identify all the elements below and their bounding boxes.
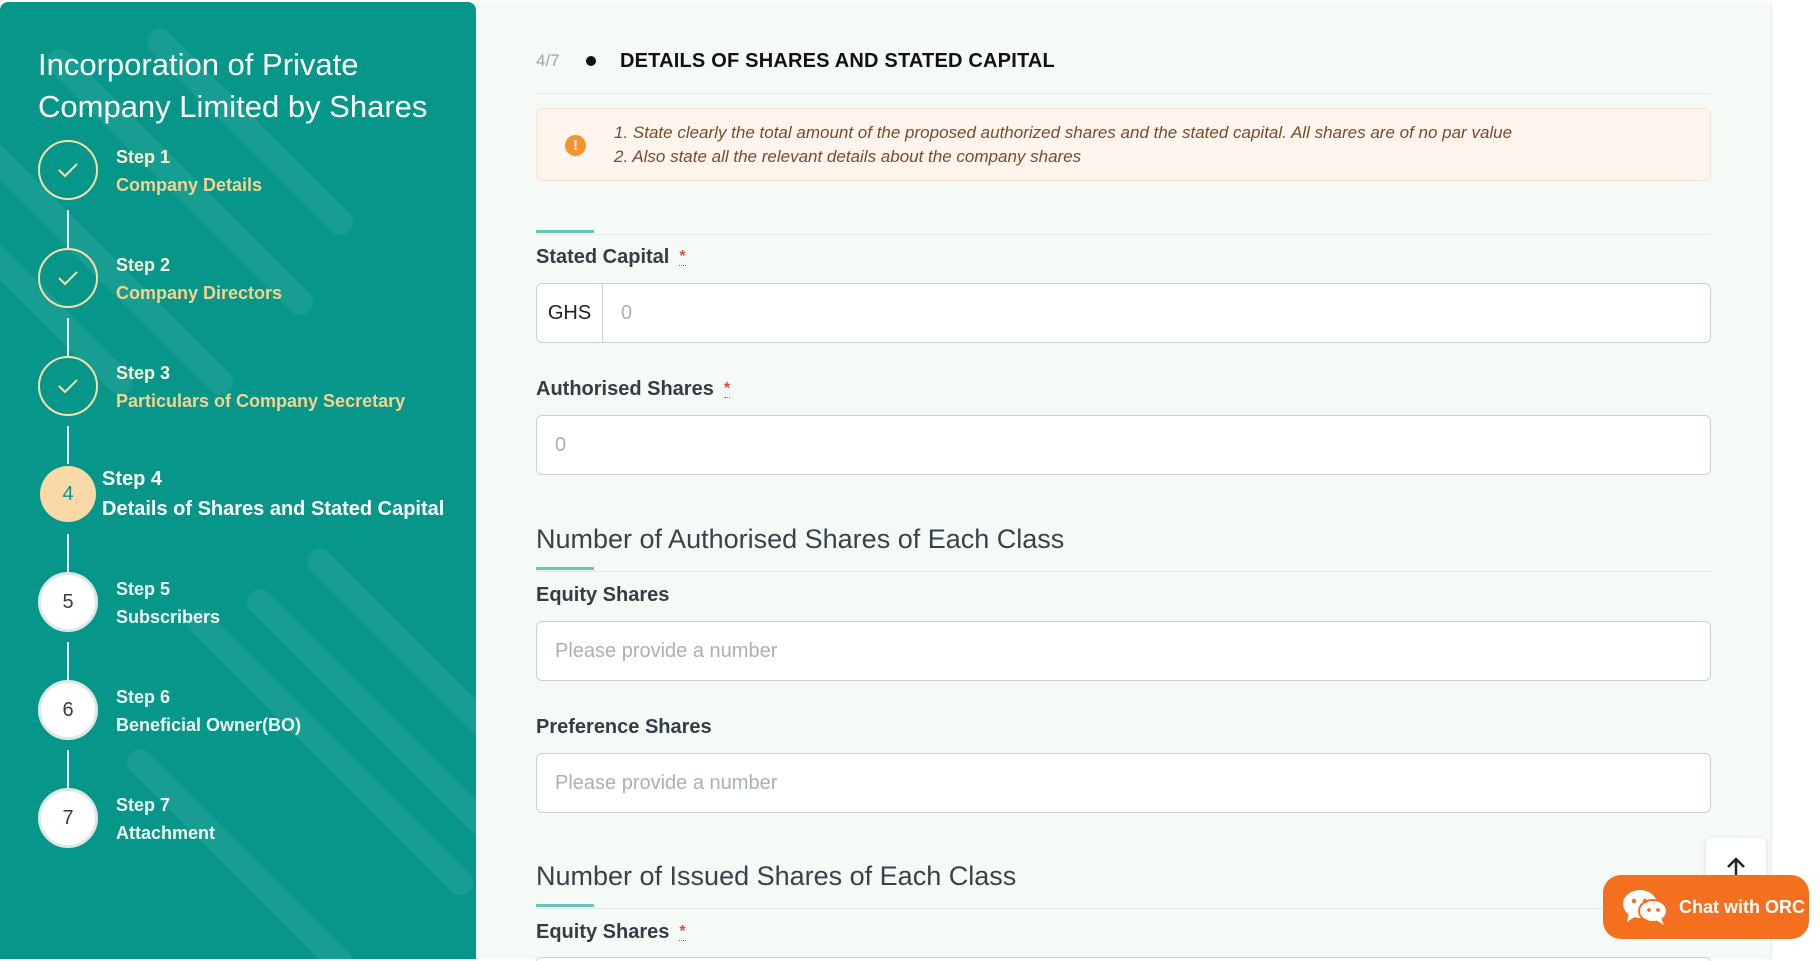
required-mark: * bbox=[679, 248, 686, 266]
chat-button[interactable]: Chat with ORC bbox=[1603, 875, 1809, 939]
authorised-shares-label: Authorised Shares * bbox=[536, 378, 731, 400]
step-connector bbox=[67, 750, 69, 788]
currency-addon: GHS bbox=[537, 284, 603, 342]
step-name: Company Directors bbox=[116, 283, 283, 303]
check-icon bbox=[38, 140, 98, 200]
stated-capital-value[interactable]: 0 bbox=[603, 302, 632, 325]
step-label: Step 5 bbox=[116, 579, 171, 599]
step-progress: 4/7 bbox=[536, 51, 560, 70]
step-name: Attachment bbox=[116, 823, 216, 843]
alert-line-2: 2. Also state all the relevant details a… bbox=[614, 147, 1082, 166]
accent-bar bbox=[536, 567, 594, 570]
alert-line-1: 1. State clearly the total amount of the… bbox=[614, 123, 1513, 142]
step-label: Step 4 bbox=[102, 468, 163, 490]
divider bbox=[536, 908, 1711, 909]
section-header: 4/7 DETAILS OF SHARES AND STATED CAPITAL bbox=[536, 48, 1055, 74]
step-connector bbox=[67, 318, 69, 356]
auth-equity-label: Equity Shares bbox=[536, 584, 670, 606]
step-2[interactable]: Step 2 Company Directors bbox=[38, 248, 468, 308]
auth-preference-input[interactable]: Please provide a number bbox=[536, 753, 1711, 813]
bullet-icon bbox=[586, 56, 596, 66]
steps-sidebar: Incorporation of Private Company Limited… bbox=[0, 2, 476, 959]
step-name: Subscribers bbox=[116, 607, 221, 627]
step-label: Step 7 bbox=[116, 795, 171, 815]
issued-equity-label: Equity Shares * bbox=[536, 921, 686, 943]
step-name: Beneficial Owner(BO) bbox=[116, 715, 302, 735]
step-number: 4 bbox=[40, 466, 96, 522]
step-label: Step 2 bbox=[116, 255, 171, 275]
authorised-shares-input[interactable]: 0 bbox=[536, 415, 1711, 475]
auth-preference-label: Preference Shares bbox=[536, 716, 712, 738]
authorised-shares-value[interactable]: 0 bbox=[555, 434, 566, 457]
section-title: DETAILS OF SHARES AND STATED CAPITAL bbox=[620, 49, 1055, 72]
step-label: Step 6 bbox=[116, 687, 171, 707]
auth-equity-placeholder[interactable]: Please provide a number bbox=[555, 640, 777, 663]
step-label: Step 3 bbox=[116, 363, 171, 383]
wechat-icon bbox=[1623, 890, 1668, 925]
step-name: Particulars of Company Secretary bbox=[116, 391, 406, 411]
info-alert: ! 1. State clearly the total amount of t… bbox=[536, 108, 1711, 181]
auth-equity-input[interactable]: Please provide a number bbox=[536, 621, 1711, 681]
auth-preference-placeholder[interactable]: Please provide a number bbox=[555, 772, 777, 795]
issued-classes-title: Number of Issued Shares of Each Class bbox=[536, 861, 1017, 891]
issued-equity-input[interactable] bbox=[536, 957, 1711, 961]
authorised-classes-title: Number of Authorised Shares of Each Clas… bbox=[536, 524, 1065, 554]
required-mark: * bbox=[723, 380, 731, 398]
process-title: Incorporation of Private Company Limited… bbox=[38, 47, 428, 124]
step-label: Step 1 bbox=[116, 147, 171, 167]
stated-capital-label: Stated Capital * bbox=[536, 246, 686, 268]
step-name: Company Details bbox=[116, 175, 263, 195]
stated-capital-input[interactable]: GHS 0 bbox=[536, 283, 1711, 343]
divider bbox=[536, 234, 1711, 235]
panel-edge bbox=[1771, 2, 1772, 959]
step-3[interactable]: Step 3 Particulars of Company Secretary bbox=[38, 356, 468, 416]
chat-label: Chat with ORC bbox=[1679, 896, 1805, 917]
accent-bar bbox=[536, 904, 594, 907]
required-mark: * bbox=[679, 923, 686, 941]
check-icon bbox=[38, 248, 98, 308]
step-connector bbox=[67, 210, 69, 248]
step-number: 7 bbox=[38, 788, 98, 848]
step-number: 5 bbox=[38, 572, 98, 632]
step-number: 6 bbox=[38, 680, 98, 740]
exclamation-icon: ! bbox=[565, 135, 586, 156]
step-connector bbox=[67, 426, 69, 464]
step-connector bbox=[67, 642, 69, 680]
form-panel: 4/7 DETAILS OF SHARES AND STATED CAPITAL… bbox=[476, 2, 1771, 961]
step-1[interactable]: Step 1 Company Details bbox=[38, 140, 468, 200]
step-4[interactable]: 4 Step 4 Details of Shares and Stated Ca… bbox=[38, 464, 468, 524]
step-connector bbox=[67, 534, 69, 572]
step-7[interactable]: 7 Step 7 Attachment bbox=[38, 788, 468, 848]
check-icon bbox=[38, 356, 98, 416]
step-5[interactable]: 5 Step 5 Subscribers bbox=[38, 572, 468, 632]
divider bbox=[536, 571, 1711, 572]
step-6[interactable]: 6 Step 6 Beneficial Owner(BO) bbox=[38, 680, 468, 740]
divider bbox=[536, 93, 1711, 94]
step-name: Details of Shares and Stated Capital bbox=[102, 498, 445, 520]
accent-bar bbox=[536, 230, 594, 233]
